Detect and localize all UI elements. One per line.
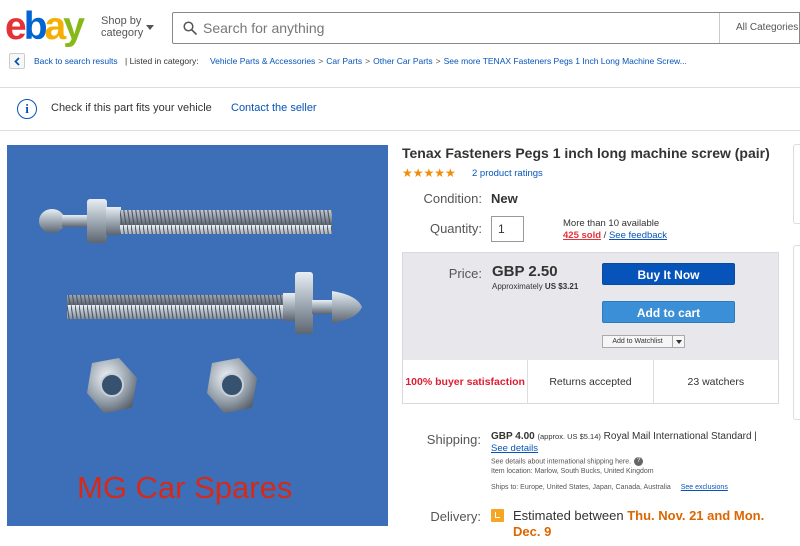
sold-count-link[interactable]: 425 sold [563, 230, 601, 241]
image-watermark: MG Car Spares [77, 470, 293, 505]
add-to-cart-button[interactable]: Add to cart [602, 301, 735, 323]
shipping-cost: GBP 4.00 (approx. US $5.14) Royal Mail I… [491, 431, 757, 442]
quantity-input[interactable] [491, 216, 524, 242]
search-icon [183, 21, 197, 35]
breadcrumb-separator: > [435, 56, 441, 66]
screws-photo [39, 199, 362, 413]
approx-value: US $3.21 [544, 282, 579, 291]
see-feedback-link[interactable]: See feedback [609, 230, 667, 241]
shipping-notes: See details about international shipping… [491, 457, 654, 477]
fitment-check-text[interactable]: Check if this part fits your vehicle [51, 102, 212, 114]
breadcrumb-item[interactable]: Other Car Parts [373, 56, 433, 66]
add-to-watchlist-button[interactable]: Add to Watchlist [602, 335, 673, 348]
shop-by-category-button[interactable]: Shop by category [101, 15, 143, 39]
category-label: category [101, 27, 144, 39]
shop-by-label: Shop by [101, 15, 142, 27]
shipping-label: Shipping: [426, 432, 481, 447]
side-panel-edge [793, 245, 800, 420]
rating-stars-icon[interactable]: ★★★★★ [402, 166, 456, 180]
see-exclusions-link[interactable]: See exclusions [681, 484, 728, 491]
breadcrumb-separator: > [318, 56, 324, 66]
breadcrumb-item[interactable]: Car Parts [326, 56, 362, 66]
item-location: Item location: Marlow, South Bucks, Unit… [491, 468, 654, 476]
search-bar: All Categories [172, 12, 800, 44]
sold-row: 425 sold / See feedback [563, 230, 667, 242]
condition-value: New [491, 191, 518, 206]
availability-text: More than 10 available [563, 218, 660, 229]
price-value: GBP 2.50 [492, 263, 558, 280]
watchers-count: 23 watchers [652, 360, 778, 403]
logo-letter: b [23, 5, 48, 48]
listed-in-label: | Listed in category: [125, 56, 199, 66]
info-icon: i [17, 99, 37, 119]
contact-seller-link[interactable]: Contact the seller [231, 102, 317, 114]
shipping-approx: (approx. US $5.14) [537, 432, 601, 441]
breadcrumb-separator: > [365, 56, 371, 66]
seller-stats: 100% buyer satisfaction Returns accepted… [402, 360, 779, 404]
breadcrumb-item[interactable]: See more TENAX Fasteners Pegs 1 Inch Lon… [444, 56, 687, 66]
approx-prefix: Approximately [492, 282, 543, 291]
back-button[interactable] [9, 53, 25, 69]
side-panel-edge [793, 144, 800, 224]
product-ratings-link[interactable]: 2 product ratings [472, 168, 543, 179]
logo-letter: e [5, 5, 27, 48]
chevron-left-icon [14, 57, 20, 66]
breadcrumb: Back to search results | Listed in categ… [34, 52, 687, 70]
delivery-label: Delivery: [430, 509, 481, 524]
fitment-notice: i Check if this part fits your vehicle C… [0, 87, 800, 131]
logo-letter: a [44, 5, 67, 48]
back-to-search-link[interactable]: Back to search results [34, 56, 118, 66]
international-shipping-note: See details about international shipping… [491, 458, 632, 466]
ebay-logo[interactable]: ebay [5, 5, 85, 48]
chevron-down-icon[interactable] [146, 25, 154, 30]
delivery-estimate: Estimated between Thu. Nov. 21 and Mon. … [513, 508, 793, 540]
product-title: Tenax Fasteners Pegs 1 inch long machine… [402, 145, 770, 161]
watchlist-dropdown-icon[interactable] [672, 335, 685, 348]
buyer-satisfaction: 100% buyer satisfaction [405, 375, 525, 388]
breadcrumb-item[interactable]: Vehicle Parts & Accessories [210, 56, 315, 66]
price-label: Price: [448, 266, 482, 281]
buy-it-now-button[interactable]: Buy It Now [602, 263, 735, 285]
separator: / [603, 230, 607, 241]
breadcrumb-bar: Back to search results | Listed in categ… [0, 52, 800, 70]
header: ebay Shop by category All Categories [0, 0, 800, 50]
logo-letter: y [63, 5, 85, 48]
ships-to: Ships to: Europe, United States, Japan, … [491, 484, 728, 491]
search-input[interactable] [203, 13, 713, 43]
help-icon[interactable]: ? [634, 457, 644, 466]
quantity-label: Quantity: [429, 221, 482, 236]
shipping-price: GBP 4.00 [491, 431, 535, 442]
availability: More than 10 available 425 sold / See fe… [563, 218, 667, 242]
delivery-badge-icon [491, 509, 504, 522]
ships-to-text: Ships to: Europe, United States, Japan, … [491, 484, 671, 491]
see-shipping-details-link[interactable]: See details [491, 443, 538, 454]
purchase-panel: Price: GBP 2.50 Approximately US $3.21 B… [402, 252, 779, 404]
condition-label: Condition: [423, 191, 482, 206]
delivery-prefix: Estimated between [513, 508, 624, 523]
approx-price: Approximately US $3.21 [492, 282, 578, 291]
returns-accepted: Returns accepted [527, 360, 652, 403]
shipping-service: Royal Mail International Standard | [603, 431, 757, 442]
product-image[interactable]: MG Car Spares [7, 145, 388, 526]
category-select[interactable]: All Categories [719, 13, 800, 43]
